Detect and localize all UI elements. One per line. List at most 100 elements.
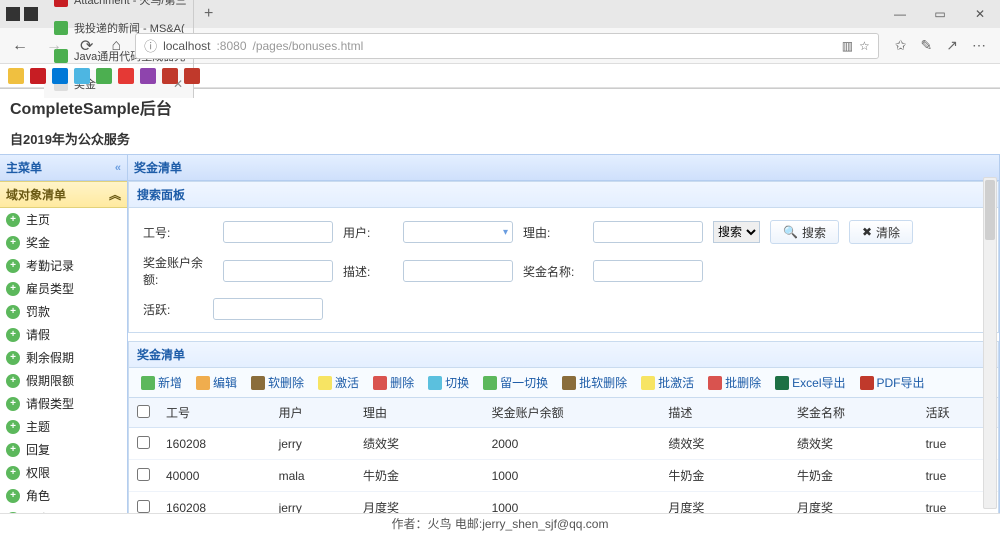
sidebar-item[interactable]: +雇员类型 (0, 277, 127, 300)
sidebar-item[interactable]: +用户 (0, 507, 127, 513)
bookmark-item[interactable] (140, 68, 156, 84)
favorites-icon[interactable]: ✩ (895, 37, 907, 54)
minimize-button[interactable]: — (880, 7, 920, 21)
url-host: localhost (163, 39, 210, 53)
toolbar-label: 删除 (390, 374, 414, 391)
url-path: /pages/bonuses.html (253, 39, 364, 53)
new-tab-button[interactable]: + (194, 5, 223, 23)
toolbar-button[interactable]: 切换 (422, 372, 475, 393)
input-name[interactable] (593, 260, 703, 282)
sidebar-item-label: 罚款 (26, 303, 50, 320)
sidebar-item[interactable]: +回复 (0, 438, 127, 461)
favorite-icon[interactable]: ☆ (859, 39, 870, 53)
input-balance[interactable] (223, 260, 333, 282)
close-window-button[interactable]: ✕ (960, 7, 1000, 21)
input-active[interactable] (213, 298, 323, 320)
sidebar-item[interactable]: +角色 (0, 484, 127, 507)
bookmark-item[interactable] (8, 68, 24, 84)
toolbar-icons: ✩ ✎ ↗ ⋯ (889, 37, 992, 54)
more-icon[interactable]: ⋯ (972, 37, 986, 54)
sidebar-item[interactable]: +剩余假期 (0, 346, 127, 369)
row-checkbox[interactable] (137, 468, 150, 481)
bookmark-item[interactable] (52, 68, 68, 84)
back-button[interactable]: ← (8, 37, 32, 55)
bookmark-item[interactable] (74, 68, 90, 84)
combo-user[interactable]: ▾ (403, 221, 513, 243)
sidebar-item[interactable]: +奖金 (0, 231, 127, 254)
grid-panel: 奖金清单 新增编辑软删除激活删除切换留一切换批软删除批激活批删除Excel导出P… (128, 341, 999, 513)
row-checkbox[interactable] (137, 500, 150, 513)
input-id[interactable] (223, 221, 333, 243)
sidebar-item[interactable]: +请假 (0, 323, 127, 346)
table-row[interactable]: 160208jerry月度奖1000月度奖月度奖true (129, 492, 998, 514)
toolbar-button[interactable]: 留一切换 (477, 372, 554, 393)
toolbar-button[interactable]: Excel导出 (769, 372, 851, 393)
sidebar-item[interactable]: +主题 (0, 415, 127, 438)
cell-name: 绩效奖 (789, 428, 918, 460)
label-user: 用户: (343, 224, 393, 241)
toolbar-button[interactable]: PDF导出 (854, 372, 931, 393)
bookmark-item[interactable] (96, 68, 112, 84)
maximize-button[interactable]: ▭ (920, 7, 960, 21)
home-button[interactable]: ⌂ (107, 37, 125, 55)
scrollbar[interactable] (983, 177, 997, 509)
column-header[interactable]: 描述 (660, 398, 789, 428)
plus-icon: + (6, 282, 20, 296)
toolbar-button[interactable]: 编辑 (190, 372, 243, 393)
sidebar-item[interactable]: +请假类型 (0, 392, 127, 415)
cell-user: jerry (271, 428, 355, 460)
sidebar-item-label: 权限 (26, 464, 50, 481)
cell-balance: 1000 (484, 492, 661, 514)
sidebar-item[interactable]: +罚款 (0, 300, 127, 323)
bookmark-item[interactable] (118, 68, 134, 84)
bookmark-item[interactable] (30, 68, 46, 84)
site-info-icon[interactable]: ⓘ (144, 36, 157, 55)
accordion-header[interactable]: 域对象清单 ︽ (0, 181, 127, 208)
row-checkbox[interactable] (137, 436, 150, 449)
plus-icon: + (6, 213, 20, 227)
column-header[interactable]: 理由 (355, 398, 484, 428)
toolbar-button[interactable]: 批删除 (702, 372, 767, 393)
toolbar-label: 切换 (445, 374, 469, 391)
column-header[interactable]: 奖金账户余额 (484, 398, 661, 428)
toolbar-button[interactable]: 激活 (312, 372, 365, 393)
plus-icon: + (6, 351, 20, 365)
share-icon[interactable]: ↗ (946, 37, 958, 54)
scrollbar-thumb[interactable] (985, 180, 995, 240)
column-header[interactable]: 奖金名称 (789, 398, 918, 428)
select-all-checkbox[interactable] (137, 405, 150, 418)
column-header[interactable]: 用户 (271, 398, 355, 428)
input-reason[interactable] (593, 221, 703, 243)
sidebar-item[interactable]: +考勤记录 (0, 254, 127, 277)
sidebar-item[interactable]: +假期限额 (0, 369, 127, 392)
window-controls: — ▭ ✕ (880, 7, 1000, 21)
reader-icon[interactable]: ▥ (842, 39, 853, 53)
toolbar-button[interactable]: 软删除 (245, 372, 310, 393)
bookmark-item[interactable] (162, 68, 178, 84)
sidebar-item[interactable]: +主页 (0, 208, 127, 231)
chevron-down-icon: ▾ (503, 227, 508, 238)
toolbar-button[interactable]: 删除 (367, 372, 420, 393)
table-row[interactable]: 40000mala牛奶金1000牛奶金牛奶金true (129, 460, 998, 492)
cell-reason: 月度奖 (355, 492, 484, 514)
input-desc[interactable] (403, 260, 513, 282)
cell-name: 月度奖 (789, 492, 918, 514)
label-balance: 奖金账户余额: (143, 254, 213, 288)
address-bar[interactable]: ⓘ localhost:8080/pages/bonuses.html ▥ ☆ (135, 33, 879, 59)
toolbar-button[interactable]: 批软删除 (556, 372, 633, 393)
table-row[interactable]: 160208jerry绩效奖2000绩效奖绩效奖true (129, 428, 998, 460)
toolbar-button[interactable]: 新增 (135, 372, 188, 393)
toolbar-label: 编辑 (213, 374, 237, 391)
browser-tab[interactable]: Attachment - 火鸟/第三 (44, 0, 194, 14)
clear-button[interactable]: ✖清除 (849, 220, 913, 244)
search-button[interactable]: 🔍搜索 (770, 220, 839, 244)
refresh-button[interactable]: ⟳ (76, 36, 97, 56)
notes-icon[interactable]: ✎ (921, 37, 933, 54)
collapse-icon[interactable]: « (115, 162, 121, 174)
forward-button[interactable]: → (42, 37, 66, 55)
search-mode-select[interactable]: 搜索 (713, 221, 760, 243)
toolbar-button[interactable]: 批激活 (635, 372, 700, 393)
column-header[interactable]: 工号 (158, 398, 271, 428)
bookmark-item[interactable] (184, 68, 200, 84)
sidebar-item[interactable]: +权限 (0, 461, 127, 484)
